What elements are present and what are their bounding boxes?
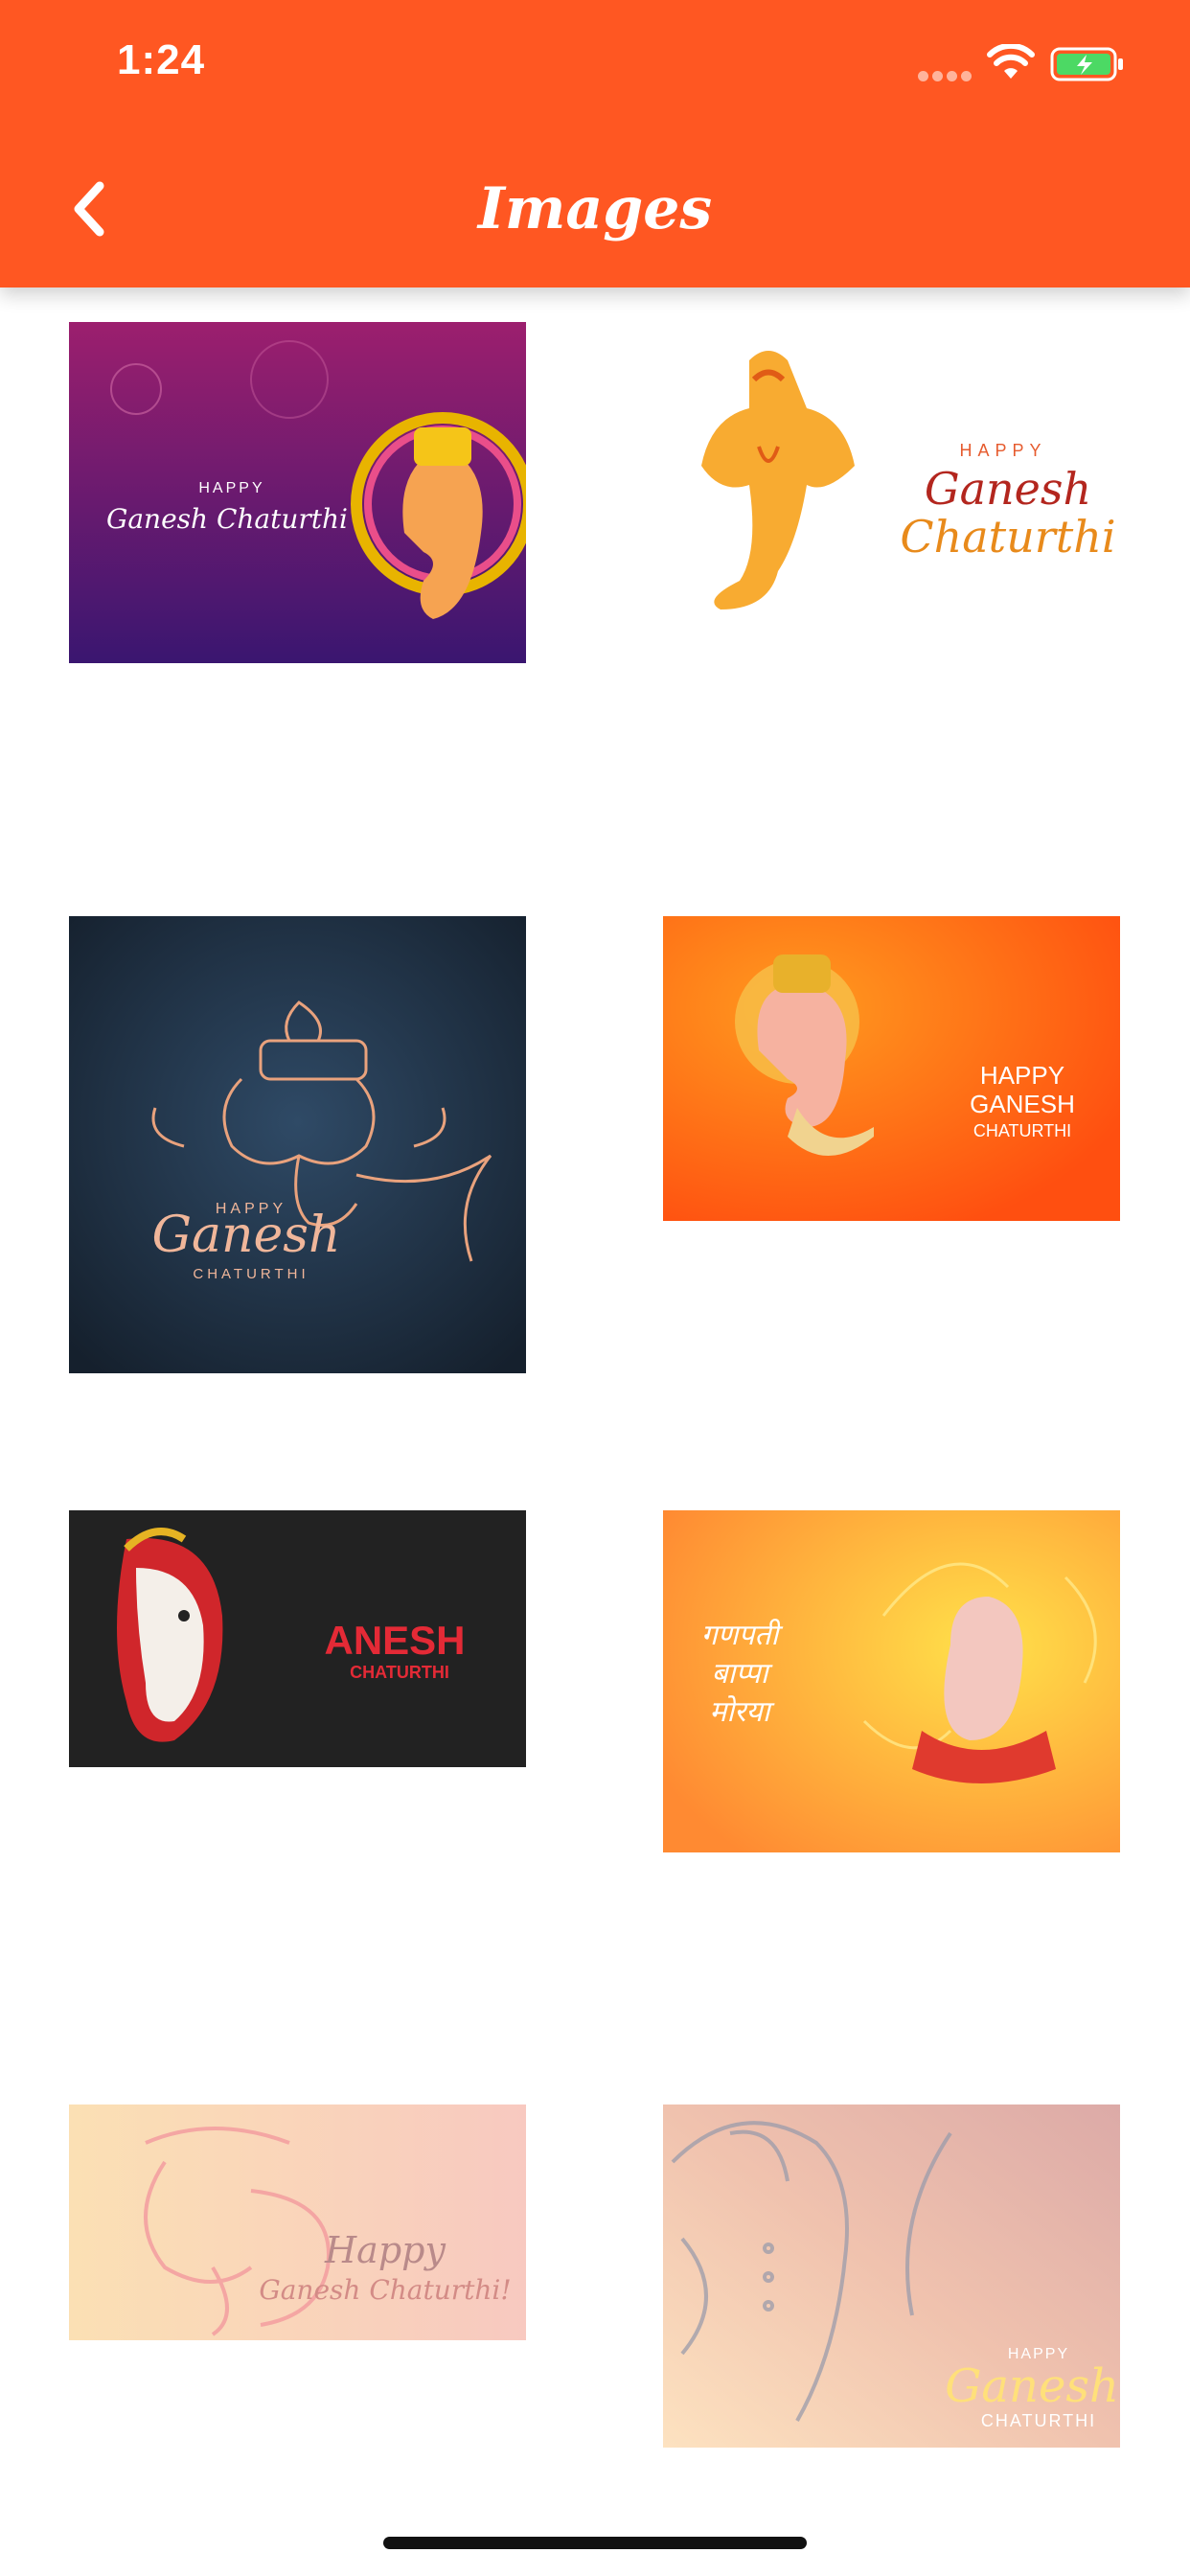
image-text: मोरया xyxy=(709,1695,774,1729)
image-thumbnail-5[interactable]: ANESH CHATURTHI xyxy=(69,1510,526,1767)
image-thumbnail-3[interactable]: HAPPY Ganesh CHATURTHI xyxy=(69,916,526,1373)
ganesh-greeting-image: HAPPY GANESH CHATURTHI xyxy=(663,916,1120,1221)
image-thumbnail-7[interactable]: Happy Ganesh Chaturthi! xyxy=(69,2104,526,2340)
image-text: CHATURTHI xyxy=(193,1266,309,1282)
wifi-icon xyxy=(987,44,1035,79)
cellular-signal-icon xyxy=(918,71,972,84)
ganesh-greeting-image: गणपती बाप्पा मोरया xyxy=(663,1510,1120,1852)
ganesh-greeting-image: HAPPY Ganesh CHATURTHI xyxy=(663,2104,1120,2448)
image-text: Ganesh xyxy=(925,463,1091,515)
ganesh-greeting-image: ANESH CHATURTHI xyxy=(69,1510,526,1767)
status-time: 1:24 xyxy=(117,36,206,83)
image-text: Ganesh Chaturthi! xyxy=(259,2274,511,2306)
ganesh-greeting-image: HAPPY Ganesh CHATURTHI xyxy=(69,916,526,1373)
image-text: गणपती xyxy=(701,1619,784,1652)
image-thumbnail-6[interactable]: गणपती बाप्पा मोरया xyxy=(663,1510,1120,1852)
image-text: HAPPY xyxy=(198,480,264,496)
image-text: HAPPY xyxy=(980,1061,1064,1090)
image-text: ANESH xyxy=(324,1618,465,1663)
image-text: बाप्पा xyxy=(712,1657,773,1690)
battery-charging-icon xyxy=(1050,47,1123,81)
page-title: Images xyxy=(477,175,713,242)
ganesh-greeting-image: Happy Ganesh Chaturthi! xyxy=(69,2104,526,2340)
image-text: CHATURTHI xyxy=(973,1121,1071,1140)
ganesh-greeting-image: HAPPY Ganesh Chaturthi xyxy=(663,322,1120,663)
image-text: GANESH xyxy=(970,1090,1075,1118)
image-thumbnail-2[interactable]: HAPPY Ganesh Chaturthi xyxy=(663,322,1120,663)
image-text: Ganesh xyxy=(945,2359,1119,2413)
image-text: Ganesh xyxy=(152,1207,341,1264)
image-thumbnail-8[interactable]: HAPPY Ganesh CHATURTHI xyxy=(663,2104,1120,2448)
image-text: Chaturthi xyxy=(900,511,1115,563)
image-text: Ganesh Chaturthi xyxy=(106,503,348,535)
image-text: CHATURTHI xyxy=(350,1663,449,1682)
image-text: HAPPY xyxy=(959,441,1046,460)
image-text: CHATURTHI xyxy=(981,2411,1096,2430)
image-thumbnail-1[interactable]: HAPPY Ganesh Chaturthi xyxy=(69,322,526,663)
image-text: Happy xyxy=(324,2229,446,2271)
home-indicator[interactable] xyxy=(383,2537,807,2549)
image-thumbnail-4[interactable]: HAPPY GANESH CHATURTHI xyxy=(663,916,1120,1221)
ganesh-greeting-image: HAPPY Ganesh Chaturthi xyxy=(69,322,526,663)
app-bar: 1:24 Images xyxy=(0,0,1190,288)
